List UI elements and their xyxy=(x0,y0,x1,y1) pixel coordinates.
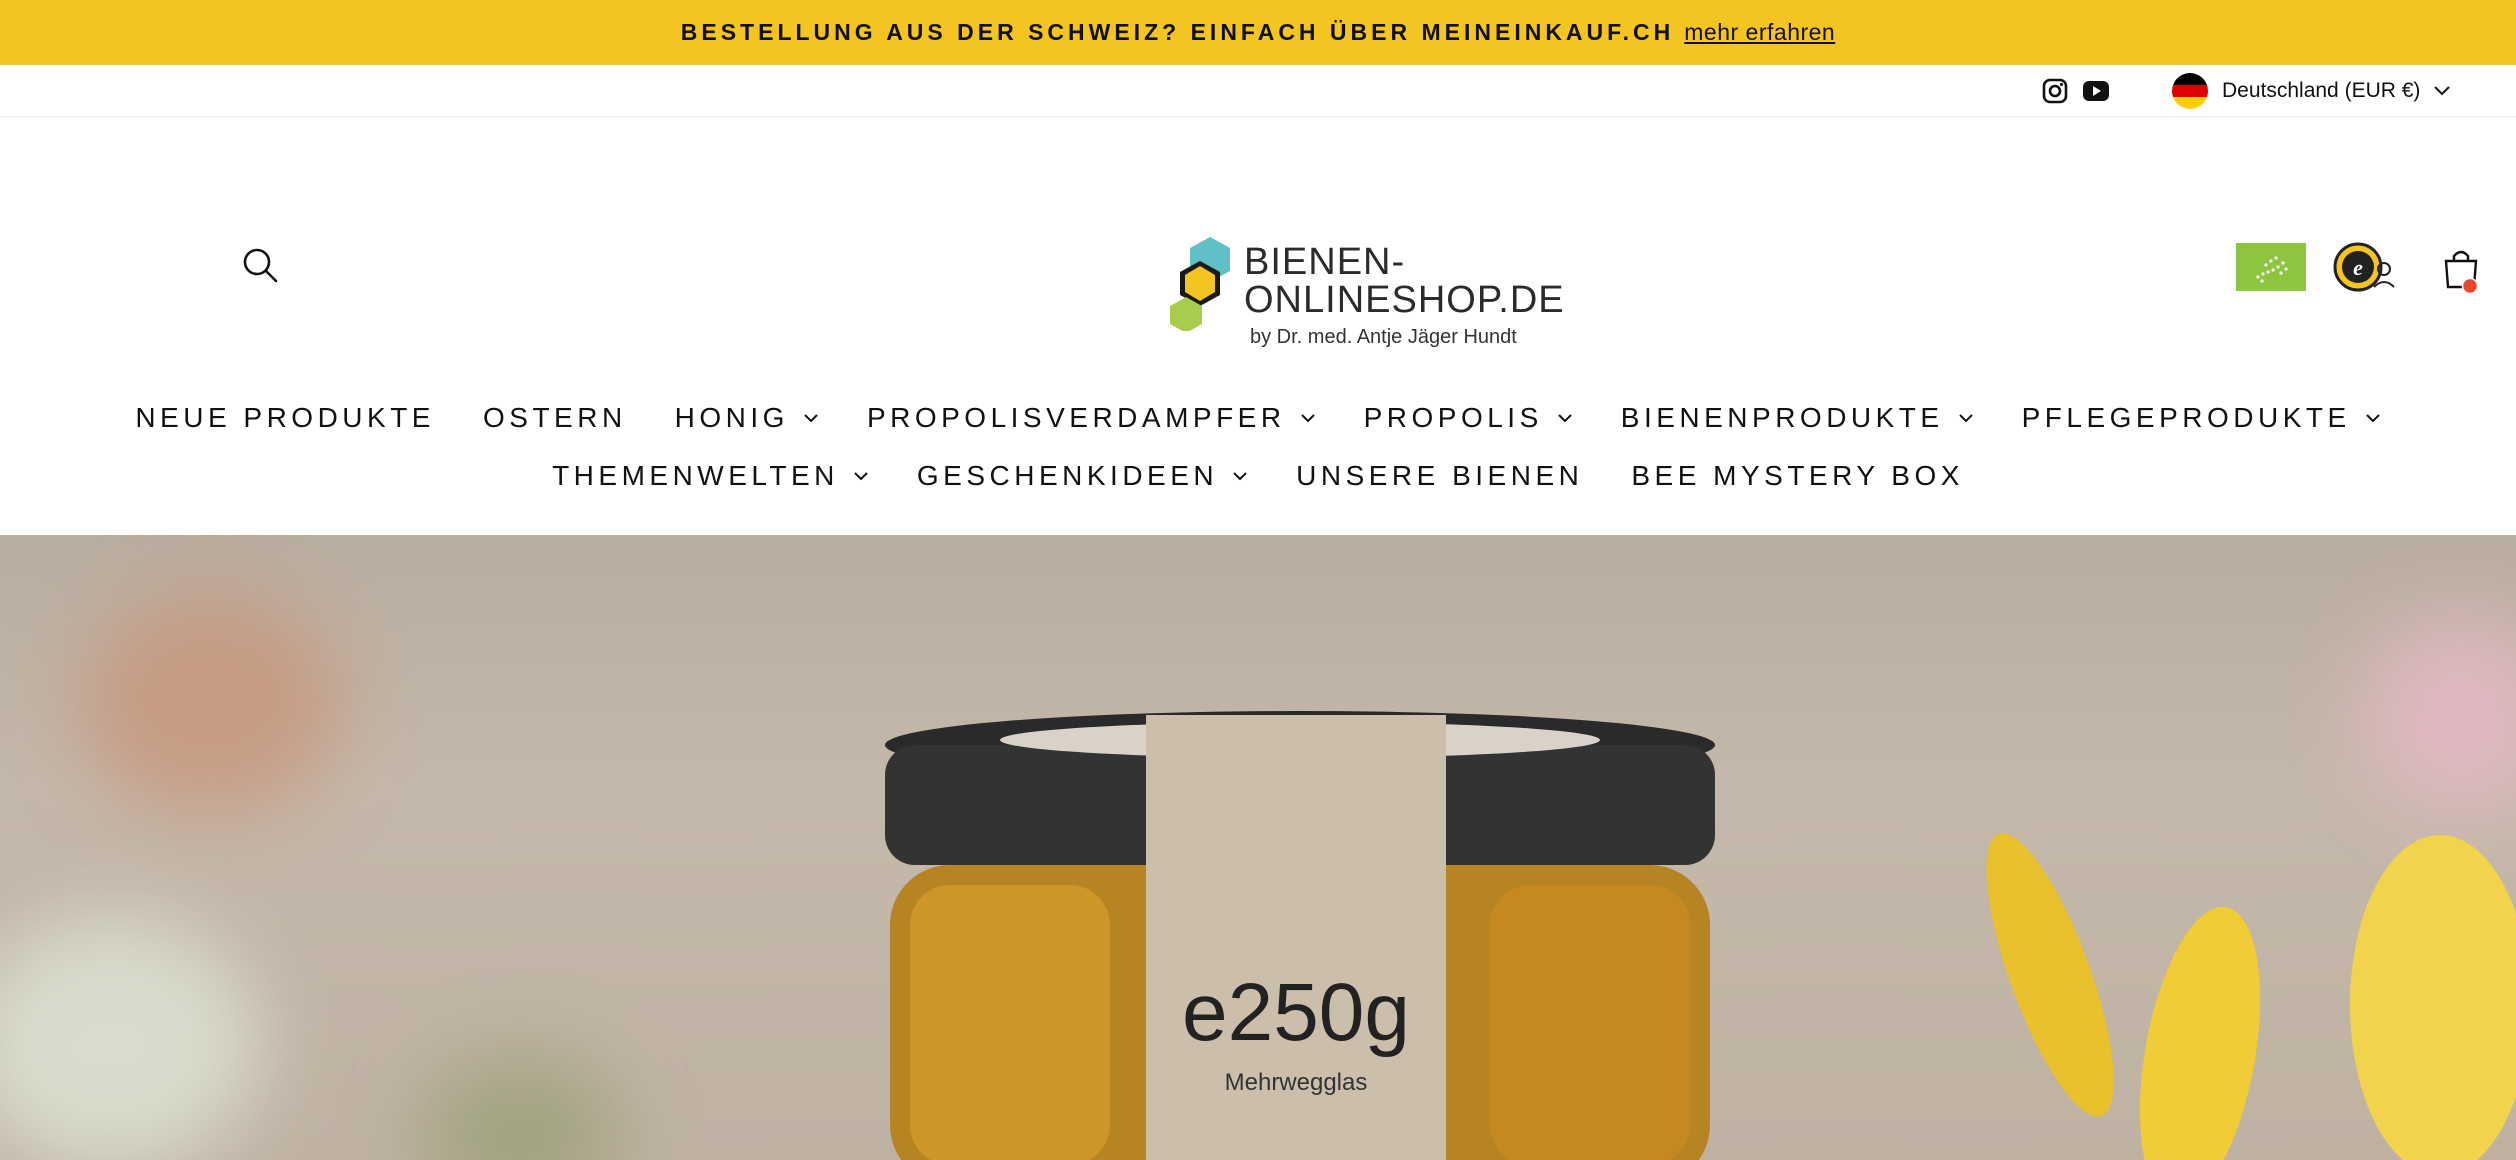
chevron-down-icon xyxy=(2434,86,2451,96)
yellow-bunny-candle-image xyxy=(1986,833,2516,1160)
nav-item-unsere-bienen[interactable]: UNSERE BIENEN xyxy=(1296,460,1583,492)
nav-row-1: NEUE PRODUKTE OSTERN HONIG PROPOLISVERDA… xyxy=(0,389,2516,447)
nav-item-geschenkideen[interactable]: GESCHENKIDEEN xyxy=(917,460,1248,492)
nav-label: OSTERN xyxy=(482,402,627,433)
nav-item-neue-produkte[interactable]: NEUE PRODUKTE xyxy=(135,402,435,434)
chevron-down-icon xyxy=(2365,414,2380,423)
nav-label: THEMENWELTEN xyxy=(552,460,839,491)
jar-label-sub: Mehrwegglas xyxy=(1225,1069,1368,1096)
chevron-down-icon xyxy=(1958,414,1973,423)
hero-banner-image[interactable]: e250g Mehrwegglas xyxy=(0,535,2516,1160)
nav-label: PFLEGEPRODUKTE xyxy=(2021,402,2351,433)
youtube-icon[interactable] xyxy=(2082,77,2110,105)
trusted-shops-badge-icon[interactable]: e xyxy=(2332,241,2396,293)
logo-subtitle: by Dr. med. Antje Jäger Hundt xyxy=(1250,326,1517,348)
main-navigation: NEUE PRODUKTE OSTERN HONIG PROPOLISVERDA… xyxy=(0,389,2516,505)
nav-item-ostern[interactable]: OSTERN xyxy=(483,402,627,434)
nav-label: UNSERE BIENEN xyxy=(1296,460,1584,491)
chevron-down-icon xyxy=(1300,414,1315,423)
nav-row-2: THEMENWELTEN GESCHENKIDEEN UNSERE BIENEN… xyxy=(0,447,2516,505)
blurred-flower-left xyxy=(80,595,340,815)
blurred-leaf-bottom xyxy=(420,1055,620,1160)
svg-text:e: e xyxy=(2353,255,2363,280)
nav-label: HONIG xyxy=(674,402,789,433)
utility-bar: Deutschland (EUR €) xyxy=(0,65,2516,117)
instagram-icon[interactable] xyxy=(2041,77,2069,105)
chevron-down-icon xyxy=(1233,472,1247,481)
search-icon[interactable] xyxy=(240,245,280,285)
chevron-down-icon xyxy=(854,472,868,481)
announcement-bar: BESTELLUNG AUS DER SCHWEIZ? EINFACH ÜBER… xyxy=(0,0,2516,65)
announcement-message: BESTELLUNG AUS DER SCHWEIZ? EINFACH ÜBER… xyxy=(680,19,1675,45)
cart-icon[interactable] xyxy=(2442,247,2482,295)
region-label: Deutschland (EUR €) xyxy=(2222,79,2421,102)
nav-item-themenwelten[interactable]: THEMENWELTEN xyxy=(552,460,869,492)
nav-label: BIENENPRODUKTE xyxy=(1620,402,1944,433)
region-selector[interactable]: Deutschland (EUR €) xyxy=(2172,73,2451,109)
nav-item-bienenprodukte[interactable]: BIENENPRODUKTE xyxy=(1621,402,1974,434)
nav-label: NEUE PRODUKTE xyxy=(135,402,435,433)
announcement-link[interactable]: mehr erfahren xyxy=(1684,19,1835,46)
nav-item-propolis[interactable]: PROPOLIS xyxy=(1364,402,1573,434)
site-logo[interactable]: BIENEN- ONLINESHOP.DE by Dr. med. Antje … xyxy=(1168,215,1564,348)
eu-organic-badge-icon xyxy=(2236,243,2306,291)
nav-item-pflegeprodukte[interactable]: PFLEGEPRODUKTE xyxy=(2022,402,2381,434)
logo-line-1: BIENEN- xyxy=(1244,241,1406,283)
nav-item-honig[interactable]: HONIG xyxy=(675,402,819,434)
nav-item-bee-mystery-box[interactable]: BEE MYSTERY BOX xyxy=(1631,460,1964,492)
blurred-flower-right xyxy=(2360,615,2516,815)
nav-label: PROPOLIS xyxy=(1363,402,1543,433)
logo-line-2: ONLINESHOP.DE xyxy=(1244,279,1565,321)
honeycomb-logo-icon xyxy=(1170,237,1230,331)
germany-flag-icon xyxy=(2172,73,2208,109)
jar-label-text: e250g xyxy=(1182,967,1410,1058)
nav-label: PROPOLISVERDAMPFER xyxy=(866,402,1286,433)
nav-label: GESCHENKIDEEN xyxy=(916,460,1219,491)
honey-jar-image: e250g Mehrwegglas xyxy=(885,711,1715,1160)
site-header: BIENEN- ONLINESHOP.DE by Dr. med. Antje … xyxy=(0,117,2516,535)
nav-item-propolisverdampfer[interactable]: PROPOLISVERDAMPFER xyxy=(867,402,1316,434)
chevron-down-icon xyxy=(804,414,818,423)
blurred-foliage-left xyxy=(0,915,260,1160)
nav-label: BEE MYSTERY BOX xyxy=(1631,460,1964,491)
chevron-down-icon xyxy=(1558,414,1572,423)
cart-badge xyxy=(2461,277,2479,295)
